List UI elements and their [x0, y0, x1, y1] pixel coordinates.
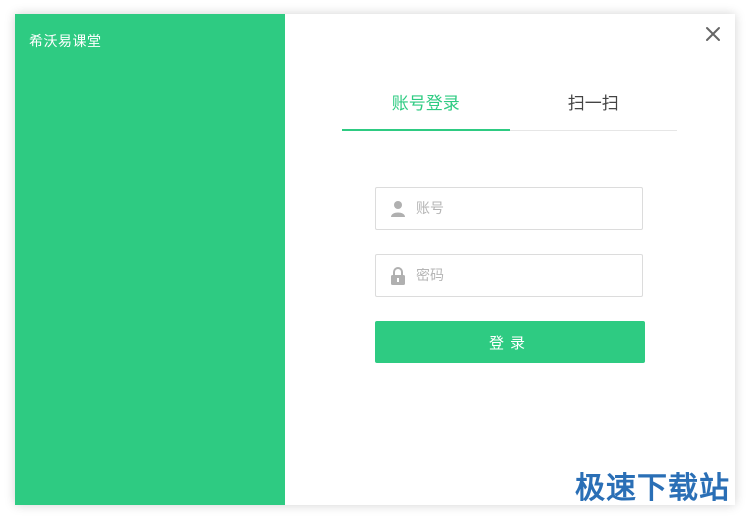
brand-panel: 希沃易课堂	[15, 14, 285, 505]
app-title: 希沃易课堂	[29, 34, 102, 50]
login-panel: 账号登录 扫一扫 账号 登录	[285, 14, 735, 505]
close-icon	[706, 27, 720, 41]
watermark-logo: 极速下载站	[575, 471, 730, 506]
close-button[interactable]	[705, 26, 721, 42]
login-tabs: 账号登录 扫一扫	[342, 86, 677, 131]
screen: 希沃易课堂 账号登录 扫一扫 账号 登录 极速下载站	[0, 0, 750, 519]
account-field	[375, 187, 643, 230]
login-window: 希沃易课堂 账号登录 扫一扫 账号 登录	[15, 14, 735, 505]
lock-icon	[390, 266, 406, 285]
password-input[interactable]	[416, 267, 616, 284]
password-field	[375, 254, 643, 297]
login-button[interactable]: 登录	[375, 321, 645, 363]
tab-account-login[interactable]: 账号登录	[342, 86, 510, 131]
account-input[interactable]	[416, 200, 616, 217]
tab-scan[interactable]: 扫一扫	[510, 86, 678, 130]
user-icon	[390, 200, 406, 218]
